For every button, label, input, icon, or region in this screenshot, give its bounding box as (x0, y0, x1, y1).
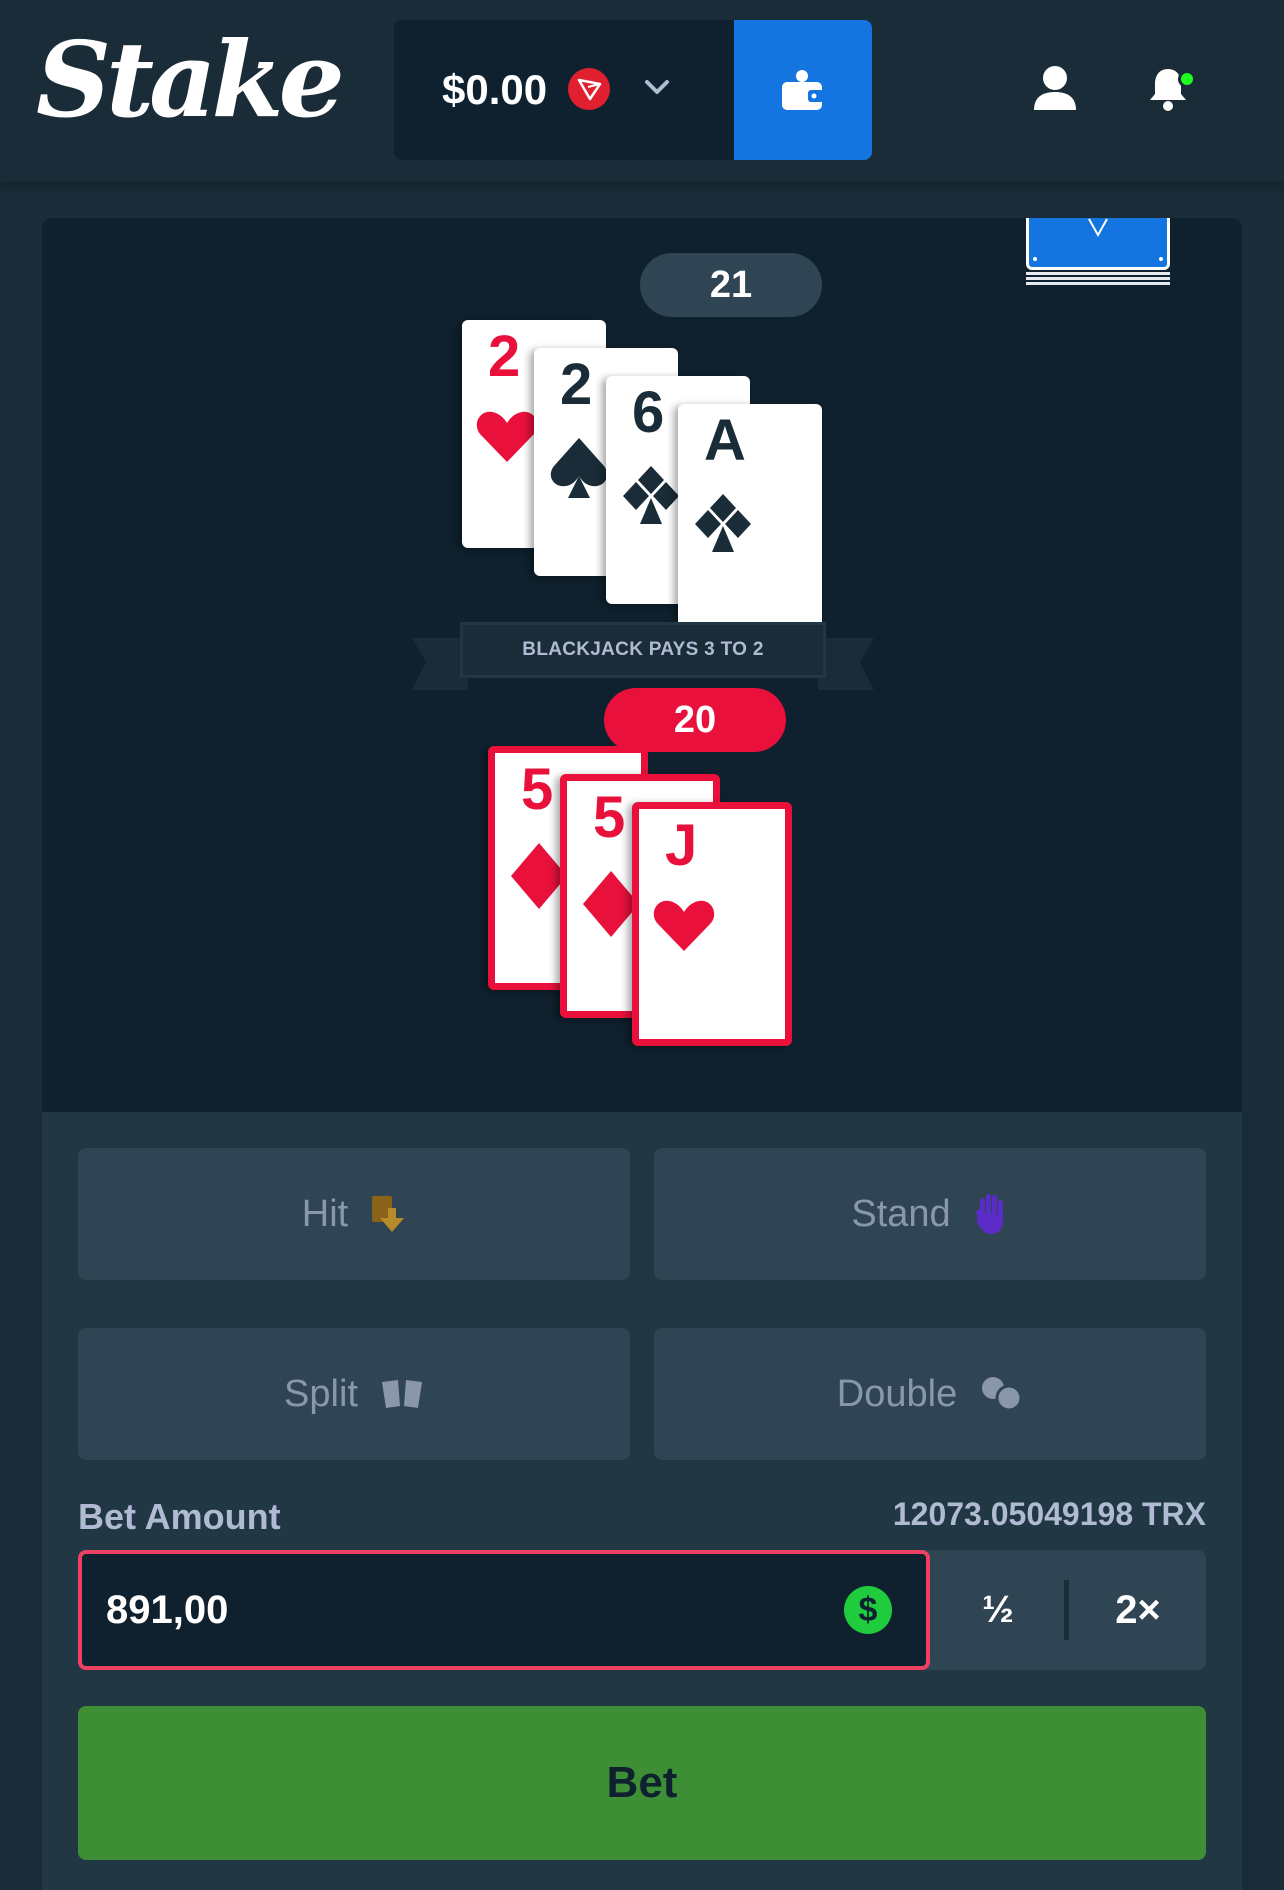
deck-edge (1026, 282, 1170, 285)
bet-amount-input[interactable]: 891,00 (78, 1550, 930, 1670)
bet-button[interactable]: Bet (78, 1706, 1206, 1860)
split-button[interactable]: Split (78, 1328, 630, 1460)
bet-amount-row: 891,00 $ ½ 2× (78, 1550, 1206, 1670)
card-rank: 2 (488, 324, 521, 389)
split-cards-icon (381, 1380, 422, 1408)
notification-dot (1178, 70, 1196, 88)
blackjack-pays-banner: BLACKJACK PAYS 3 TO 2 (460, 622, 826, 678)
hand-icon (975, 1194, 1003, 1234)
heart-suit-icon (476, 411, 538, 462)
hit-icon (372, 1196, 405, 1232)
double-bet-button[interactable]: 2× (1070, 1550, 1206, 1670)
split-label: Split (284, 1372, 358, 1415)
spade-suit-icon (550, 438, 608, 498)
stand-label: Stand (851, 1192, 951, 1235)
player-card: J (632, 802, 792, 1046)
card-rank: 5 (521, 757, 554, 822)
card-rank: A (704, 408, 746, 473)
card-rank: 5 (593, 785, 626, 850)
club-suit-icon (623, 466, 679, 524)
chevron-down-icon[interactable] (644, 74, 670, 100)
dealer-card: A (678, 404, 822, 632)
card-deck (1026, 218, 1170, 294)
top-header: Stake $0.00 (0, 0, 1284, 182)
balance-selector[interactable]: $0.00 (394, 20, 736, 160)
deck-edge (1026, 277, 1170, 280)
usd-coin-icon: $ (844, 1586, 892, 1634)
game-table: 21 2 2 6 A BLACKJACK PAYS 3 TO 2 20 5 5 … (42, 218, 1242, 1112)
divider (1064, 1580, 1069, 1640)
double-label: Double (836, 1372, 958, 1415)
wallet-icon (782, 70, 824, 110)
heart-suit-icon (653, 900, 715, 951)
card-rank: 6 (632, 380, 665, 445)
wallet-button[interactable] (734, 20, 872, 160)
player-score-badge: 20 (604, 688, 786, 752)
double-button[interactable]: Double (654, 1328, 1206, 1460)
half-bet-button[interactable]: ½ (930, 1550, 1066, 1670)
club-suit-icon (695, 494, 751, 552)
bet-balance-value: 12073.05049198 TRX (892, 1496, 1206, 1532)
card-rank: J (665, 813, 698, 878)
blackjack-app: Stake $0.00 21 2 2 6 A BLACKJACK PAYS 3 … (0, 0, 1284, 1890)
stand-button[interactable]: Stand (654, 1148, 1206, 1280)
controls-panel: Hit Stand Split Double Bet Amount 12073.… (42, 1112, 1242, 1890)
trx-coin-icon (568, 68, 610, 110)
hit-label: Hit (301, 1192, 349, 1235)
bet-amount-label: Bet Amount (78, 1496, 281, 1537)
dealer-score-badge: 21 (640, 253, 822, 317)
card-rank: 2 (560, 352, 593, 417)
double-chips-icon (982, 1377, 1023, 1412)
hit-button[interactable]: Hit (78, 1148, 630, 1280)
stake-logo[interactable]: Stake (36, 28, 345, 132)
balance-amount: $0.00 (442, 66, 548, 113)
deck-edge (1026, 272, 1170, 275)
user-icon[interactable] (1032, 64, 1078, 112)
deck-card-back (1026, 218, 1170, 270)
